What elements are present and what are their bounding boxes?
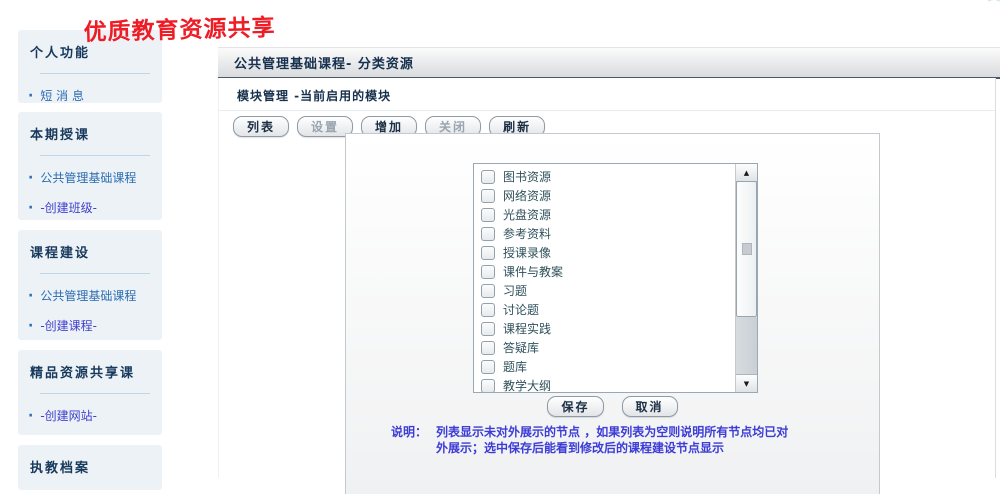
scrollbar-grip xyxy=(742,243,752,255)
list-item[interactable]: 答疑库 xyxy=(474,338,735,357)
sidebar-section-teaching-archive: 执教档案 xyxy=(18,445,162,490)
scrollbar-thumb[interactable] xyxy=(736,181,757,317)
sidebar-section-course-construction: 课程建设 · 公共管理基础课程 · -创建课程- xyxy=(18,230,162,340)
bullet-icon: · xyxy=(28,91,33,101)
sidebar-section-shared-resources: 精品资源共享课 · -创建网站- xyxy=(18,350,162,435)
sidebar-item-label: 公共管理基础课程 xyxy=(40,287,136,304)
sidebar-section-title: 课程建设 xyxy=(18,230,162,261)
list-item-label: 光盘资源 xyxy=(503,206,551,223)
panel-title-bar: 公共管理基础课程- 分类资源 xyxy=(218,47,1000,79)
list-item[interactable]: 授课录像 xyxy=(474,243,735,262)
checkbox[interactable] xyxy=(481,360,495,374)
list-item[interactable]: 网络资源 xyxy=(474,186,735,205)
list-item[interactable]: 光盘资源 xyxy=(474,205,735,224)
bullet-icon: · xyxy=(28,321,33,331)
list-item-label: 课程实践 xyxy=(503,320,551,337)
list-item[interactable]: 讨论题 xyxy=(474,300,735,319)
bullet-icon: · xyxy=(28,173,33,183)
list-button[interactable]: 列表 xyxy=(233,116,289,137)
checkbox[interactable] xyxy=(481,265,495,279)
sidebar-section-title: 精品资源共享课 xyxy=(18,350,162,381)
action-row: 保存 取消 xyxy=(346,396,879,417)
list-item-label: 图书资源 xyxy=(503,168,551,185)
module-list: 图书资源 网络资源 光盘资源 参考资料 授课录像 课件与教案 xyxy=(474,164,735,392)
sidebar-item-label: 公共管理基础课程 xyxy=(40,169,136,186)
sidebar-section-current-teaching: 本期授课 · 公共管理基础课程 · -创建班级- xyxy=(18,112,162,220)
sidebar-item-course[interactable]: · 公共管理基础课程 xyxy=(28,287,162,304)
sidebar-section-title: 执教档案 xyxy=(18,445,162,476)
list-item[interactable]: 教学大纲 xyxy=(474,376,735,392)
sidebar-divider xyxy=(40,155,150,156)
panel-title: 公共管理基础课程- 分类资源 xyxy=(234,53,414,72)
list-item[interactable]: 习题 xyxy=(474,281,735,300)
checkbox[interactable] xyxy=(481,341,495,355)
checkbox[interactable] xyxy=(481,284,495,298)
module-manage-panel: 图书资源 网络资源 光盘资源 参考资料 授课录像 课件与教案 xyxy=(345,133,880,494)
note-text: 列表显示未对外展示的节点 ，如果列表为空则说明所有节点均已对 外展示；选中保存后… xyxy=(436,425,788,456)
save-button[interactable]: 保存 xyxy=(547,396,603,417)
checkbox[interactable] xyxy=(481,303,495,317)
sidebar-divider xyxy=(40,393,150,394)
sidebar-item-course[interactable]: · 公共管理基础课程 xyxy=(28,169,162,186)
banner-title: 优质教育资源共享 xyxy=(83,8,276,47)
list-item-label: 授课录像 xyxy=(503,244,551,261)
bullet-icon: · xyxy=(28,411,33,421)
list-item-label: 参考资料 xyxy=(503,225,551,242)
vertical-scrollbar[interactable]: ▲ ▼ xyxy=(735,164,757,392)
note-line-1: 列表显示未对外展示的节点 ，如果列表为空则说明所有节点均已对 xyxy=(436,425,788,441)
sidebar-item-label: -创建课程- xyxy=(40,317,97,334)
list-item-label: 习题 xyxy=(503,282,527,299)
list-item-label: 课件与教案 xyxy=(503,263,563,280)
checkbox[interactable] xyxy=(481,322,495,336)
bullet-icon: · xyxy=(28,291,33,301)
list-item-label: 答疑库 xyxy=(503,339,539,356)
sidebar-section-title: 本期授课 xyxy=(18,112,162,143)
list-item[interactable]: 课程实践 xyxy=(474,319,735,338)
panel-subtitle: 模块管理 -当前启用的模块 xyxy=(219,78,995,111)
scroll-down-button[interactable]: ▼ xyxy=(736,374,757,392)
checkbox[interactable] xyxy=(481,189,495,203)
sidebar-divider xyxy=(40,273,150,274)
sidebar-item-create-website[interactable]: · -创建网站- xyxy=(28,407,162,424)
sidebar-item-create-course[interactable]: · -创建课程- xyxy=(28,317,162,334)
list-item-label: 讨论题 xyxy=(503,301,539,318)
scroll-up-button[interactable]: ▲ xyxy=(736,164,757,182)
checkbox[interactable] xyxy=(481,208,495,222)
module-list-box: 图书资源 网络资源 光盘资源 参考资料 授课录像 课件与教案 xyxy=(473,163,758,393)
checkbox[interactable] xyxy=(481,379,495,393)
cancel-button[interactable]: 取消 xyxy=(622,396,678,417)
note: 说明： 列表显示未对外展示的节点 ，如果列表为空则说明所有节点均已对 外展示；选… xyxy=(391,425,788,456)
checkbox[interactable] xyxy=(481,170,495,184)
list-item-label: 题库 xyxy=(503,358,527,375)
list-item[interactable]: 课件与教案 xyxy=(474,262,735,281)
scroll-up-icon: ▲ xyxy=(744,169,749,177)
sidebar-item-label: 短 消 息 xyxy=(40,87,84,104)
scroll-down-icon: ▼ xyxy=(744,380,749,388)
sidebar-divider xyxy=(40,73,150,74)
sidebar-item-label: -创建网站- xyxy=(40,407,97,424)
list-item-label: 教学大纲 xyxy=(503,377,551,392)
checkbox[interactable] xyxy=(481,227,495,241)
corner-mark-decoration xyxy=(988,0,1000,7)
list-item[interactable]: 参考资料 xyxy=(474,224,735,243)
note-line-2: 外展示；选中保存后能看到修改后的课程建设节点显示 xyxy=(436,441,788,457)
sidebar-item-create-class[interactable]: · -创建班级- xyxy=(28,199,162,216)
sidebar-item-label: -创建班级- xyxy=(40,199,97,216)
scrollbar-track[interactable] xyxy=(736,317,757,374)
list-item[interactable]: 题库 xyxy=(474,357,735,376)
sidebar-item-short-messages[interactable]: · 短 消 息 xyxy=(28,87,162,104)
list-item-label: 网络资源 xyxy=(503,187,551,204)
checkbox[interactable] xyxy=(481,246,495,260)
bullet-icon: · xyxy=(28,203,33,213)
list-item[interactable]: 图书资源 xyxy=(474,167,735,186)
note-label: 说明： xyxy=(391,425,427,456)
